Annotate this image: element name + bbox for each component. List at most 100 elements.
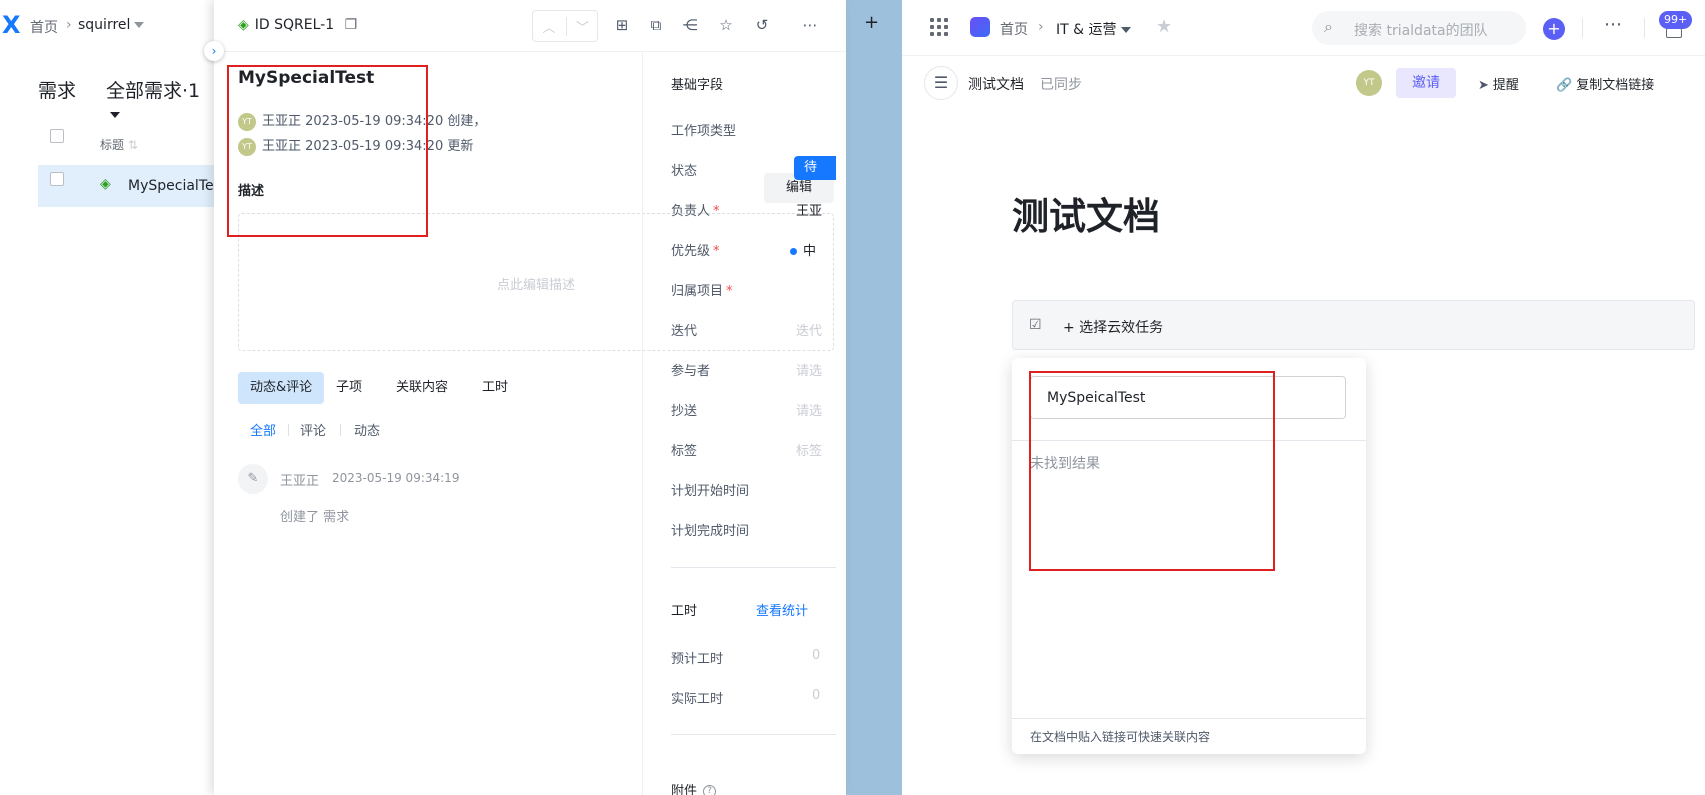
avatar: YT — [238, 137, 256, 156]
open-window-icon[interactable]: ⧉ — [646, 15, 666, 35]
field-plan-start: 计划开始时间 — [671, 484, 750, 499]
requirement-detail-panel: ◈ ID SQREL-1 ❐ ︿ ﹀ ⊞ ⧉ ⋲ ☆ ↺ ⋯ MySpecialT… — [214, 0, 846, 795]
priority-value[interactable]: 中 — [790, 240, 830, 259]
breadcrumb-home[interactable]: 首页 — [30, 17, 58, 37]
updated-suffix: 更新 — [447, 139, 474, 154]
breadcrumb-home[interactable]: 首页 — [1000, 19, 1028, 39]
chevron-down-icon — [1120, 27, 1131, 33]
tab-related-content[interactable]: 关联内容 — [384, 372, 460, 404]
add-tab-icon[interactable]: + — [864, 12, 879, 33]
section-divider — [671, 734, 836, 735]
star-icon[interactable]: ☆ — [716, 15, 736, 35]
hierarchy-icon[interactable]: ⊞ — [612, 15, 632, 35]
project-label: 归属项目 — [671, 284, 724, 299]
global-search[interactable]: ⌕ 搜索 trialdata的团队 — [1312, 11, 1526, 45]
description-editor[interactable]: 点此编辑描述 — [238, 213, 834, 351]
required-mark: * — [726, 284, 733, 299]
basic-fields-title: 基础字段 — [671, 78, 724, 93]
subtab-divider — [288, 424, 289, 436]
help-icon[interactable]: ? — [703, 785, 717, 795]
favorite-star-icon[interactable]: ★ — [1156, 16, 1172, 37]
create-icon[interactable]: + — [1543, 18, 1565, 40]
field-assignee: 负责人 * — [671, 200, 720, 219]
chevron-down-icon — [134, 22, 145, 28]
tab-activity-comments[interactable]: 动态&评论 — [238, 372, 325, 404]
task-search-popup: 未找到结果 在文档中贴入链接可快速关联内容 — [1012, 358, 1366, 754]
tab-subitems[interactable]: 子项 — [324, 372, 374, 404]
field-plan-end: 计划完成时间 — [671, 524, 750, 539]
tab-worktime[interactable]: 工时 — [470, 372, 520, 404]
panel-divider — [642, 52, 643, 795]
created-suffix: 创建， — [447, 114, 487, 129]
priority-dot-icon — [790, 248, 797, 255]
select-all-checkbox[interactable] — [50, 129, 64, 143]
history-icon[interactable]: ↺ — [752, 15, 772, 35]
tags-value[interactable]: 标签 — [796, 440, 836, 459]
created-meta: YT 王亚正 2023-05-19 09:34:20 创建， — [238, 110, 486, 131]
app-logo-icon[interactable]: X — [2, 11, 21, 39]
updated-user: 王亚正 — [262, 139, 302, 154]
document-app: 首页 › IT & 运营 ★ ⌕ 搜索 trialdata的团队 + ⋯ 99+… — [902, 0, 1705, 795]
copy-icon[interactable]: ❐ — [345, 17, 358, 33]
iteration-value[interactable]: 迭代 — [796, 320, 836, 339]
more-icon[interactable]: ⋯ — [800, 15, 820, 35]
requirement-type-icon: ◈ — [100, 176, 111, 192]
view-stats-link[interactable]: 查看统计 — [756, 600, 808, 619]
field-project: 归属项目 * — [671, 280, 733, 299]
cc-value[interactable]: 请选 — [796, 400, 836, 419]
assignee-label: 负责人 — [671, 204, 711, 219]
apps-grid-icon[interactable] — [930, 18, 948, 36]
field-estimated: 预计工时 — [671, 652, 724, 667]
invite-button[interactable]: 邀请 — [1396, 68, 1456, 98]
estimated-value[interactable]: 0 — [812, 648, 820, 663]
popup-footer-hint: 在文档中贴入链接可快速关联内容 — [1030, 730, 1211, 744]
item-title[interactable]: MySpecialTest — [238, 68, 374, 88]
copy-link-button[interactable]: 🔗 复制文档链接 — [1556, 74, 1654, 93]
activity-time: 2023-05-19 09:34:19 — [332, 471, 460, 485]
search-placeholder: 搜索 trialdata的团队 — [1354, 23, 1488, 39]
breadcrumb-separator-icon: › — [1038, 19, 1044, 35]
copy-link-label: 复制文档链接 — [1576, 78, 1655, 93]
task-search-input[interactable] — [1030, 376, 1346, 419]
item-navigation: ︿ ﹀ — [532, 10, 598, 42]
field-status: 状态 — [671, 164, 698, 179]
breadcrumb-team[interactable]: IT & 运营 — [1056, 19, 1131, 39]
previous-item-icon[interactable]: ︿ — [533, 17, 565, 36]
remind-button[interactable]: ➤ 提醒 — [1478, 74, 1519, 93]
priority-label: 优先级 — [671, 244, 711, 259]
send-icon: ➤ — [1478, 78, 1489, 93]
share-icon[interactable]: ⋲ — [680, 15, 700, 35]
actual-value[interactable]: 0 — [812, 688, 820, 703]
subtab-activity[interactable]: 动态 — [354, 420, 380, 439]
subtab-all[interactable]: 全部 — [250, 420, 276, 439]
view-filter-dropdown[interactable]: 全部需求·1 — [106, 76, 214, 125]
doc-heading[interactable]: 测试文档 — [1012, 186, 1160, 240]
status-dropdown[interactable]: 待 — [794, 156, 836, 180]
task-selector-label: + 选择云效任务 — [1063, 320, 1164, 336]
brand-logo-icon[interactable] — [970, 17, 990, 37]
more-icon[interactable]: ⋯ — [1604, 14, 1623, 35]
row-title[interactable]: MySpecialTest — [128, 178, 214, 194]
attachments-title: 附件? — [671, 780, 717, 795]
row-checkbox[interactable] — [50, 172, 64, 186]
sort-icon[interactable]: ⇅ — [128, 138, 138, 152]
activity-user: 王亚正 — [280, 474, 320, 489]
popup-divider — [1012, 440, 1366, 441]
breadcrumb-separator-icon: › — [66, 17, 72, 33]
task-selector-block[interactable]: ☑ + 选择云效任务 — [1012, 300, 1695, 350]
assignee-value[interactable]: 王亚 — [796, 200, 836, 219]
requirements-list-app: X 首页 › squirrel 需求 全部需求·1 标题 ⇅ ◈ MySpeci… — [0, 0, 214, 795]
participants-value[interactable]: 请选 — [796, 360, 836, 379]
created-time: 2023-05-19 09:34:20 — [305, 114, 444, 129]
created-user: 王亚正 — [262, 114, 302, 129]
field-tags: 标签 — [671, 444, 698, 459]
column-header-title[interactable]: 标题 ⇅ — [100, 136, 138, 153]
breadcrumb-project[interactable]: squirrel — [78, 17, 145, 33]
next-item-icon[interactable]: ﹀ — [566, 17, 598, 36]
collapse-panel-icon[interactable]: › — [204, 41, 224, 61]
description-placeholder: 点此编辑描述 — [496, 278, 575, 293]
checkbox-icon: ☑ — [1029, 317, 1042, 333]
subtab-comments[interactable]: 评论 — [300, 420, 326, 439]
avatar[interactable]: YT — [1356, 70, 1382, 96]
menu-icon[interactable]: ☰ — [924, 66, 958, 100]
